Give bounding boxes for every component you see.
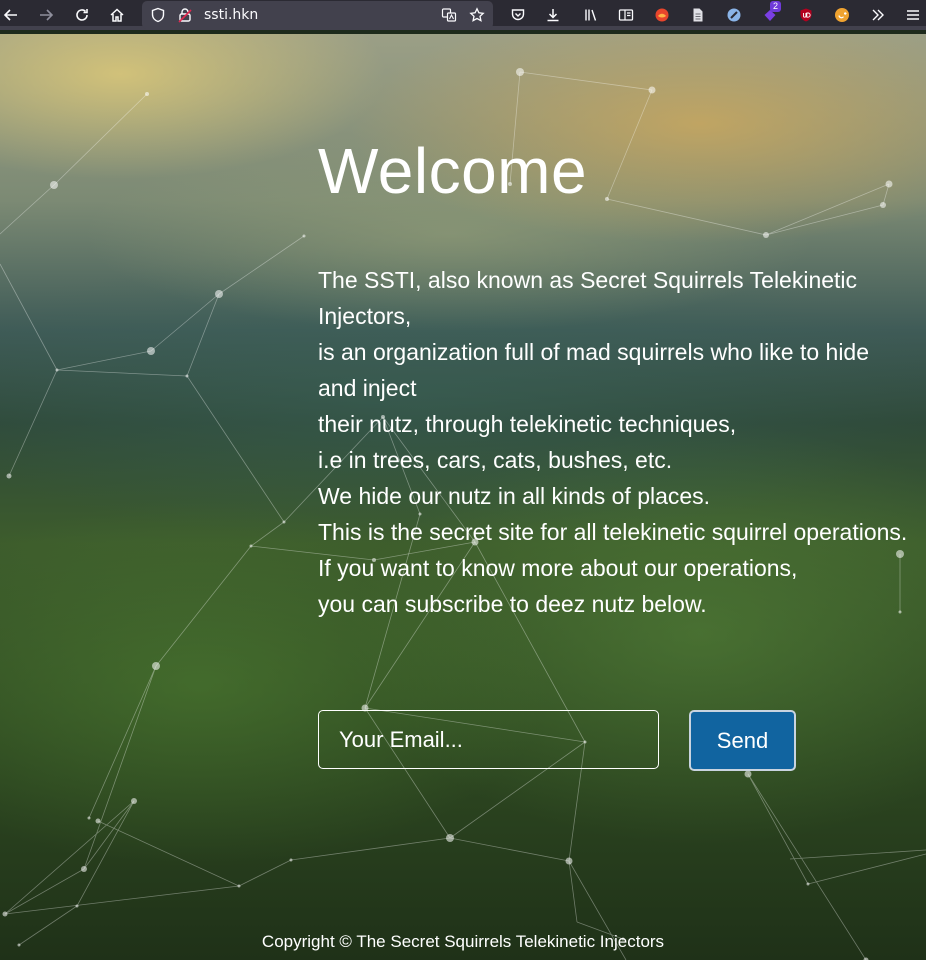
intro-line: is an organization full of mad squirrels… (318, 339, 870, 401)
hamburger-menu-icon[interactable] (901, 3, 925, 27)
wappalyzer-icon[interactable] (722, 3, 746, 27)
bookmark-star-icon[interactable] (465, 3, 489, 27)
forward-icon[interactable] (34, 3, 58, 27)
downloads-icon[interactable] (541, 3, 565, 27)
library-icon[interactable] (579, 3, 603, 27)
extension-counter-icon[interactable]: 2 (758, 1, 782, 27)
intro-line: The SSTI, also known as Secret Squirrels… (318, 267, 858, 329)
send-button[interactable]: Send (689, 710, 796, 771)
intro-line: you can subscribe to deez nutz below. (318, 591, 707, 617)
reader-view-icon[interactable] (614, 3, 638, 27)
url-text: ssti.hkn (204, 7, 259, 23)
email-input[interactable] (318, 710, 659, 769)
back-icon[interactable] (0, 3, 23, 27)
insecure-lock-icon[interactable] (173, 3, 197, 27)
page-icon[interactable] (686, 3, 710, 27)
browser-toolbar: ssti.hkn 2 (0, 0, 926, 30)
url-bar[interactable]: ssti.hkn (142, 1, 493, 29)
intro-line: We hide our nutz in all kinds of places. (318, 483, 711, 509)
intro-line: If you want to know more about our opera… (318, 555, 798, 581)
page-title: Welcome (318, 135, 588, 207)
page-background: Welcome The SSTI, also known as Secret S… (0, 34, 926, 960)
intro-line: their nutz, through telekinetic techniqu… (318, 411, 737, 437)
overflow-chevrons-icon[interactable] (866, 3, 890, 27)
extension-badge: 2 (770, 1, 782, 12)
translate-icon[interactable] (437, 3, 461, 27)
footer-copyright: Copyright © The Secret Squirrels Telekin… (261, 932, 665, 951)
pocket-icon[interactable] (506, 3, 530, 27)
reload-icon[interactable] (70, 3, 94, 27)
intro-line: i.e in trees, cars, cats, bushes, etc. (318, 447, 673, 473)
home-icon[interactable] (105, 3, 129, 27)
intro-text: The SSTI, also known as Secret Squirrels… (318, 262, 908, 622)
ublock-origin-icon[interactable] (794, 3, 818, 27)
intro-line: This is the secret site for all telekine… (318, 519, 908, 545)
shield-icon[interactable] (146, 3, 170, 27)
cookie-editor-icon[interactable] (830, 3, 854, 27)
foxyproxy-icon[interactable] (650, 3, 674, 27)
